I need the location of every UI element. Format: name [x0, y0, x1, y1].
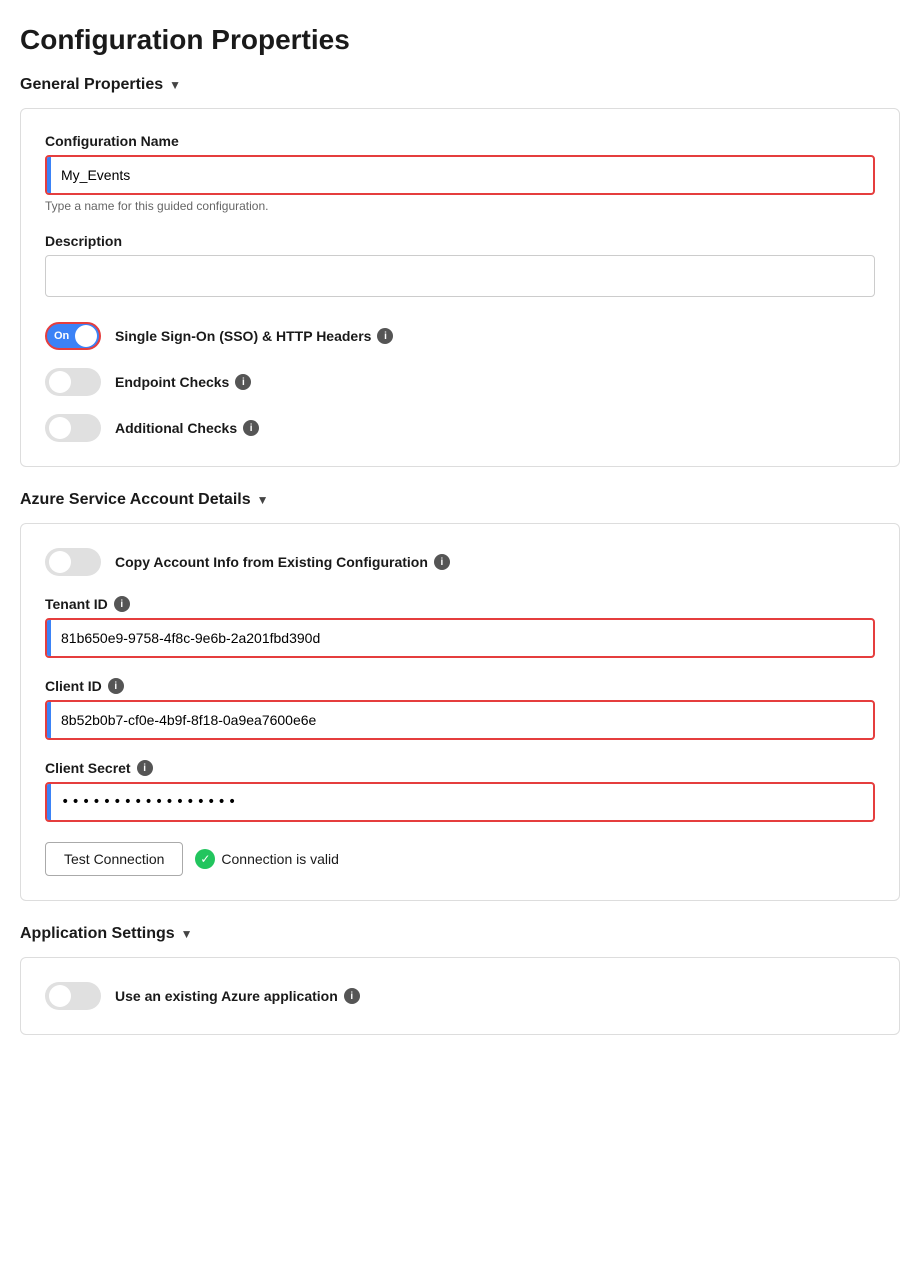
sso-info-icon[interactable]: i: [377, 328, 393, 344]
copy-account-info-icon[interactable]: i: [434, 554, 450, 570]
client-secret-input-wrapper: [45, 782, 875, 822]
app-settings-header: Application Settings ▼: [20, 925, 900, 943]
copy-account-knob: [49, 551, 71, 573]
client-id-info-icon[interactable]: i: [108, 678, 124, 694]
config-name-input[interactable]: [51, 159, 873, 191]
config-name-hint: Type a name for this guided configuratio…: [45, 199, 875, 213]
azure-chevron-icon: ▼: [257, 493, 269, 507]
general-properties-header: General Properties ▼: [20, 76, 900, 94]
client-secret-label: Client Secret i: [45, 760, 875, 776]
copy-account-toggle[interactable]: [45, 548, 101, 576]
app-settings-card: Use an existing Azure application i: [20, 957, 900, 1035]
copy-account-row: Copy Account Info from Existing Configur…: [45, 548, 875, 576]
additional-checks-row: Additional Checks i: [45, 414, 875, 442]
tenant-id-input-wrapper: [45, 618, 875, 658]
sso-toggle-row: On Single Sign-On (SSO) & HTTP Headers i: [45, 322, 875, 350]
sso-toggle-label: Single Sign-On (SSO) & HTTP Headers i: [115, 328, 393, 344]
config-name-label: Configuration Name: [45, 133, 875, 149]
client-secret-input[interactable]: [51, 786, 873, 818]
copy-account-label: Copy Account Info from Existing Configur…: [115, 554, 450, 570]
connection-status-text: Connection is valid: [221, 851, 339, 867]
use-existing-info-icon[interactable]: i: [344, 988, 360, 1004]
description-label: Description: [45, 233, 875, 249]
check-circle-icon: ✓: [195, 849, 215, 869]
description-input[interactable]: [45, 255, 875, 297]
endpoint-checks-toggle[interactable]: [45, 368, 101, 396]
additional-checks-toggle[interactable]: [45, 414, 101, 442]
connection-valid-status: ✓ Connection is valid: [195, 849, 339, 869]
tenant-id-input[interactable]: [51, 622, 873, 654]
use-existing-app-knob: [49, 985, 71, 1007]
client-id-group: Client ID i: [45, 678, 875, 740]
tenant-id-group: Tenant ID i: [45, 596, 875, 658]
description-group: Description: [45, 233, 875, 302]
config-name-group: Configuration Name Type a name for this …: [45, 133, 875, 213]
sso-toggle-text: On: [54, 330, 69, 342]
sso-toggle-knob: [75, 325, 97, 347]
client-secret-info-icon[interactable]: i: [137, 760, 153, 776]
general-properties-card: Configuration Name Type a name for this …: [20, 108, 900, 467]
config-name-input-wrapper: [45, 155, 875, 195]
use-existing-app-label: Use an existing Azure application i: [115, 988, 360, 1004]
azure-section-header: Azure Service Account Details ▼: [20, 491, 900, 509]
endpoint-checks-knob: [49, 371, 71, 393]
endpoint-checks-row: Endpoint Checks i: [45, 368, 875, 396]
page-title: Configuration Properties: [20, 24, 900, 56]
use-existing-app-row: Use an existing Azure application i: [45, 982, 875, 1010]
client-id-input-wrapper: [45, 700, 875, 740]
client-secret-group: Client Secret i: [45, 760, 875, 822]
additional-checks-label: Additional Checks i: [115, 420, 259, 436]
azure-card: Copy Account Info from Existing Configur…: [20, 523, 900, 901]
additional-checks-knob: [49, 417, 71, 439]
app-settings-chevron-icon: ▼: [181, 927, 193, 941]
test-connection-button[interactable]: Test Connection: [45, 842, 183, 876]
additional-info-icon[interactable]: i: [243, 420, 259, 436]
client-id-label: Client ID i: [45, 678, 875, 694]
use-existing-app-toggle[interactable]: [45, 982, 101, 1010]
tenant-id-label: Tenant ID i: [45, 596, 875, 612]
tenant-id-info-icon[interactable]: i: [114, 596, 130, 612]
endpoint-checks-label: Endpoint Checks i: [115, 374, 251, 390]
chevron-icon: ▼: [169, 78, 181, 92]
sso-toggle[interactable]: On: [45, 322, 101, 350]
test-connection-row: Test Connection ✓ Connection is valid: [45, 842, 875, 876]
client-id-input[interactable]: [51, 704, 873, 736]
endpoint-info-icon[interactable]: i: [235, 374, 251, 390]
